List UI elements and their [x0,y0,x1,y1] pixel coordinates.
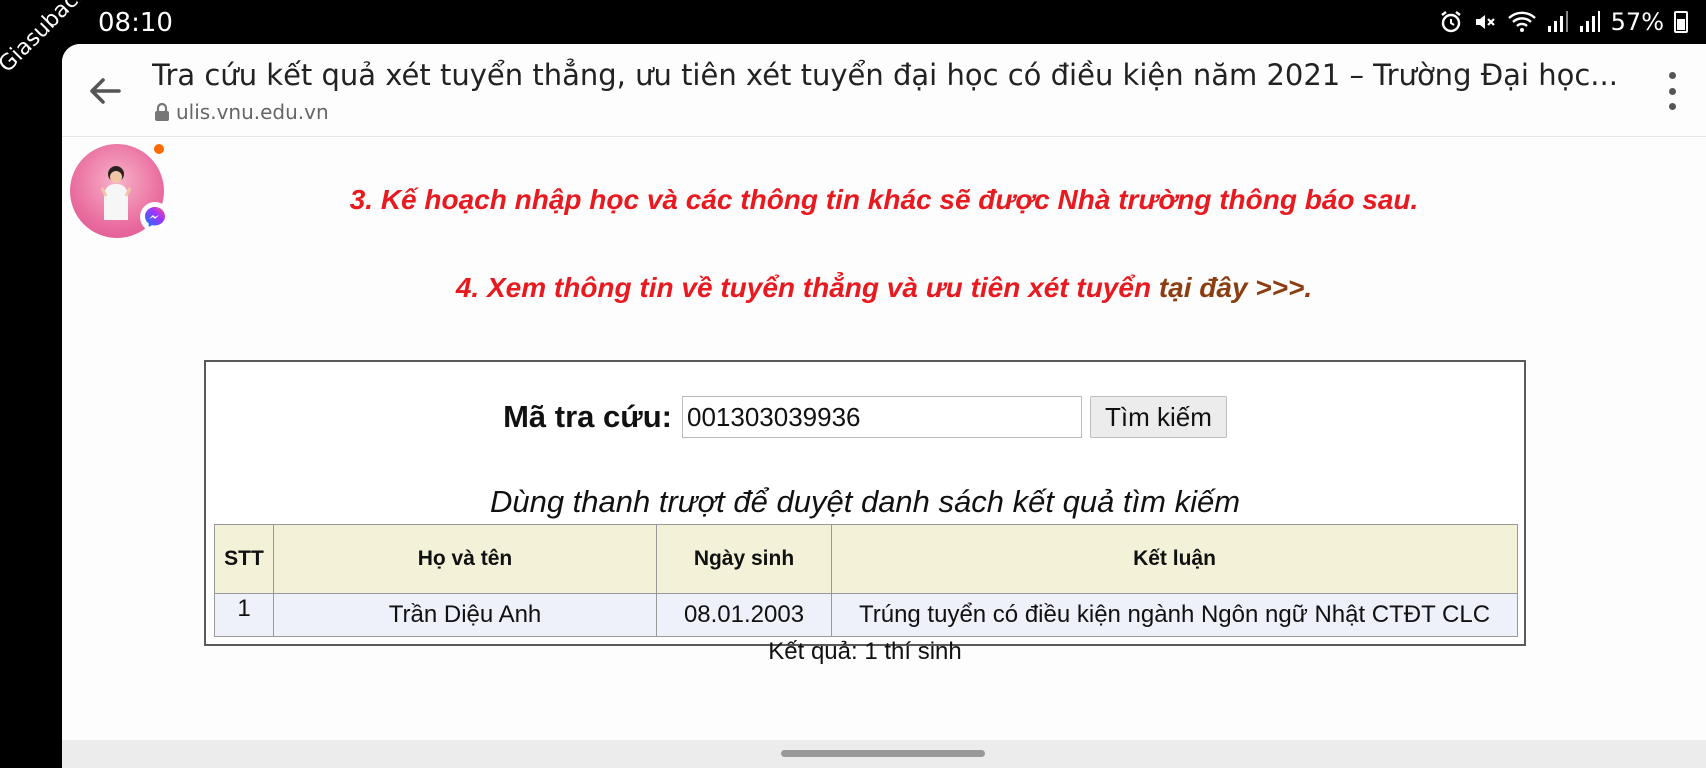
home-gesture-handle[interactable] [781,750,985,757]
status-bar: 08:10 57% [0,0,1706,44]
column-header-dob: Ngày sinh [656,524,832,594]
online-dot [154,144,164,154]
browser-top-bar: Tra cứu kết quả xét tuyển thẳng, ưu tiên… [62,44,1706,137]
alarm-icon [1439,10,1463,34]
search-button[interactable]: Tìm kiếm [1089,396,1227,438]
lookup-code-input[interactable] [681,396,1082,438]
wifi-icon [1507,10,1537,34]
url-row[interactable]: ulis.vnu.edu.vn [154,100,329,124]
notice-item-4-text: 4. Xem thông tin về tuyển thẳng và ưu ti… [455,272,1159,303]
page-title: Tra cứu kết quả xét tuyển thẳng, ưu tiên… [152,58,1618,92]
mute-icon [1473,10,1497,34]
battery-percent: 57% [1610,8,1664,36]
status-icons: 57% [1439,8,1688,36]
signal-icon [1579,10,1601,34]
lock-icon [155,103,169,121]
notice-item-4: 4. Xem thông tin về tuyển thẳng và ưu ti… [62,272,1706,304]
signal-icon [1547,10,1569,34]
lookup-panel: Mã tra cứu: Tìm kiếm Dùng thanh trượt để… [204,360,1526,665]
back-button[interactable] [82,68,128,114]
table-header-row: STT Họ và tên Ngày sinh Kết luận [214,524,1518,594]
column-header-stt: STT [214,524,274,594]
notice-item-3: 3. Kế hoạch nhập học và các thông tin kh… [349,184,1419,215]
status-time: 08:10 [98,8,173,38]
search-label: Mã tra cứu: [503,399,672,434]
cell-dob: 08.01.2003 [656,593,832,637]
battery-icon [1674,11,1688,33]
more-options-icon[interactable] [1662,72,1682,110]
search-row: Mã tra cứu: Tìm kiếm [206,396,1524,438]
results-table: STT Họ và tên Ngày sinh Kết luận 1 Trần … [214,524,1518,637]
browser-window: Tra cứu kết quả xét tuyển thẳng, ưu tiên… [62,44,1706,768]
notice-item-4-suffix: >>>. [1247,272,1313,303]
bottom-navigation-area [62,740,1706,768]
cell-stt: 1 [214,593,274,637]
cell-result: Trúng tuyển có điều kiện ngành Ngôn ngữ … [831,593,1518,637]
cell-name: Trần Diệu Anh [273,593,657,637]
column-header-result: Kết luận [831,524,1518,594]
arrow-left-icon [90,78,121,104]
page-url: ulis.vnu.edu.vn [176,100,329,124]
table-row: 1 Trần Diệu Anh 08.01.2003 Trúng tuyển c… [214,593,1518,637]
table-caption: Dùng thanh trượt để duyệt danh sách kết … [489,484,1241,519]
column-header-name: Họ và tên [273,524,657,594]
result-count: Kết quả: 1 thí sinh [768,638,962,665]
details-link[interactable]: tại đây [1159,272,1248,303]
